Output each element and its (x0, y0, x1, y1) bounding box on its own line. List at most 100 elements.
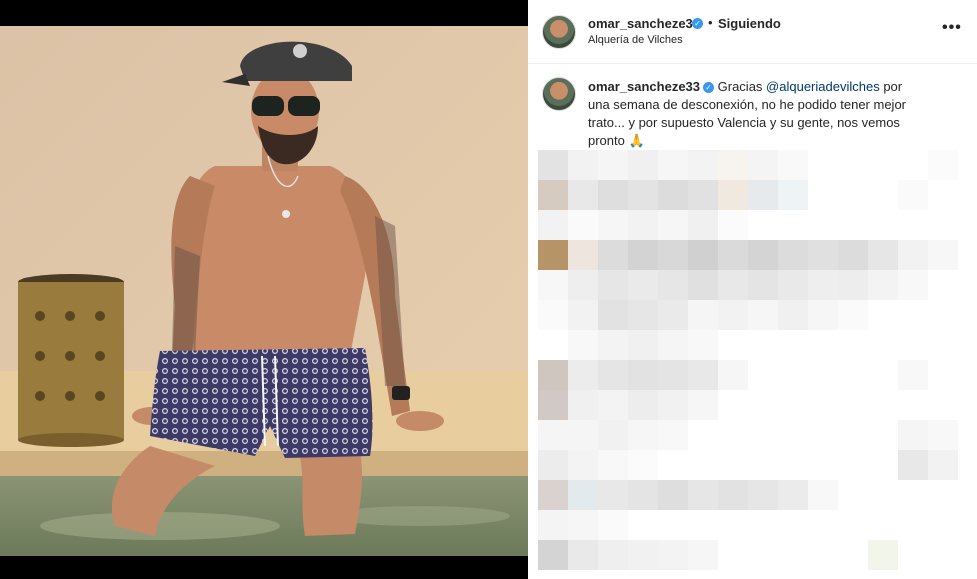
pixel-block (628, 360, 658, 390)
following-button[interactable]: Siguiendo (718, 16, 781, 31)
pixel-block (658, 510, 688, 540)
pixel-block (928, 300, 958, 330)
pixel-block (568, 450, 598, 480)
pixel-block (538, 540, 568, 570)
pixel-block (868, 510, 898, 540)
pixel-block (718, 450, 748, 480)
pixel-block (748, 240, 778, 270)
pixel-block (538, 450, 568, 480)
pixel-block (838, 450, 868, 480)
pixel-block (598, 180, 628, 210)
pixel-block (658, 360, 688, 390)
pixel-block (928, 180, 958, 210)
pixel-block (658, 330, 688, 360)
pixel-block (688, 330, 718, 360)
pixel-block (688, 210, 718, 240)
pixel-block (868, 360, 898, 390)
pixel-block (628, 480, 658, 510)
author-avatar[interactable] (542, 15, 576, 49)
pixel-block (778, 450, 808, 480)
pixel-block (778, 300, 808, 330)
post-photo[interactable] (0, 26, 528, 556)
pixel-block (898, 270, 928, 300)
pixel-block (868, 180, 898, 210)
pixel-block (598, 150, 628, 180)
pixel-block (778, 330, 808, 360)
pixel-block (598, 330, 628, 360)
pixel-block (598, 270, 628, 300)
pixel-block (718, 210, 748, 240)
pixel-block (658, 450, 688, 480)
pixel-block (658, 390, 688, 420)
pixel-block (808, 180, 838, 210)
pixel-block (568, 210, 598, 240)
caption-mention-link[interactable]: @alqueriadevilches (766, 79, 880, 94)
pixel-block (898, 450, 928, 480)
pixel-block (778, 360, 808, 390)
pixel-block (688, 390, 718, 420)
pixel-block (748, 420, 778, 450)
pixel-block (868, 150, 898, 180)
pixel-block (868, 480, 898, 510)
pixel-block (808, 540, 838, 570)
pixel-block (568, 270, 598, 300)
caption-author-avatar[interactable] (542, 77, 576, 111)
pixel-block (628, 390, 658, 420)
pixel-block (778, 510, 808, 540)
pixel-block (568, 510, 598, 540)
pixel-block (748, 450, 778, 480)
pixel-block (718, 270, 748, 300)
pixel-block (868, 300, 898, 330)
pixel-block (748, 360, 778, 390)
pixel-block (658, 180, 688, 210)
pixel-block (538, 240, 568, 270)
pixel-block (868, 210, 898, 240)
pixel-block (718, 540, 748, 570)
pixel-block (568, 300, 598, 330)
pixel-block (928, 420, 958, 450)
author-username[interactable]: omar_sanchezе33 (588, 16, 700, 31)
pixel-block (688, 360, 718, 390)
pixel-block (838, 390, 868, 420)
pixel-block (628, 240, 658, 270)
pixel-block (898, 360, 928, 390)
pixel-block (688, 420, 718, 450)
pixel-block (538, 270, 568, 300)
post-location[interactable]: Alquería de Vilches (588, 34, 683, 46)
pixel-block (688, 450, 718, 480)
pixel-block (868, 240, 898, 270)
pixel-block (838, 300, 868, 330)
pixel-block (628, 420, 658, 450)
pixel-block (838, 360, 868, 390)
pixel-block (748, 390, 778, 420)
pixel-block (538, 420, 568, 450)
pixel-block (838, 180, 868, 210)
pixel-block (688, 240, 718, 270)
post-media-pane (0, 0, 528, 579)
pixel-block (928, 480, 958, 510)
pixel-block (628, 150, 658, 180)
pixel-block (568, 480, 598, 510)
pixel-block (628, 180, 658, 210)
pixel-block (778, 540, 808, 570)
more-options-icon[interactable]: ••• (942, 19, 962, 37)
pixel-block (688, 540, 718, 570)
pixel-block (748, 480, 778, 510)
pixel-block (808, 510, 838, 540)
pixel-block (808, 270, 838, 300)
pixel-block (808, 360, 838, 390)
pixel-block (718, 150, 748, 180)
pixel-block (658, 270, 688, 300)
pixel-block (928, 360, 958, 390)
pixel-block (838, 240, 868, 270)
pixel-block (838, 150, 868, 180)
pixel-block (718, 180, 748, 210)
pixel-block (688, 270, 718, 300)
pixel-block (538, 210, 568, 240)
pixel-block (688, 300, 718, 330)
pixel-block (928, 210, 958, 240)
pixel-block (538, 150, 568, 180)
caption-author-username[interactable]: omar_sanchezе33 (588, 79, 700, 94)
pixel-block (748, 180, 778, 210)
pixel-block (808, 300, 838, 330)
